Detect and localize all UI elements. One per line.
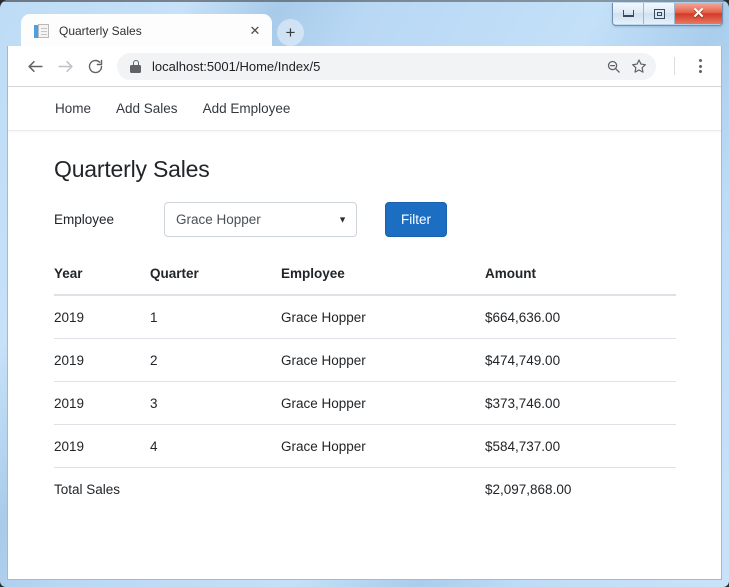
- total-amount: $2,097,868.00: [485, 467, 676, 510]
- cell-amount: $664,636.00: [485, 310, 561, 325]
- document-icon: [34, 23, 50, 39]
- employee-label: Employee: [54, 212, 115, 227]
- forward-button[interactable]: [50, 51, 80, 81]
- sales-table: Year Quarter Employee Amount 2019 1 Grac…: [54, 259, 676, 510]
- nav-link-add-employee[interactable]: Add Employee: [203, 101, 291, 116]
- close-window-button[interactable]: ✕: [675, 3, 722, 24]
- new-tab-button[interactable]: +: [277, 19, 304, 46]
- table-row: 2019 3 Grace Hopper $373,746.00: [54, 381, 676, 425]
- maximize-icon: [653, 8, 665, 19]
- table-row: 2019 4 Grace Hopper $584,737.00: [54, 424, 676, 468]
- cell-quarter: 4: [150, 424, 281, 468]
- cell-quarter: 3: [150, 381, 281, 425]
- cell-employee: Grace Hopper: [281, 310, 366, 325]
- back-button[interactable]: [20, 51, 50, 81]
- window-controls: ✕: [612, 3, 723, 26]
- cell-year: 2019: [54, 381, 150, 425]
- sales-table-body: 2019 1 Grace Hopper $664,636.00 2019 2 G…: [54, 295, 676, 510]
- column-header-amount: Amount: [485, 259, 676, 296]
- url-text: localhost:5001/Home/Index/5: [152, 58, 321, 74]
- cell-employee: Grace Hopper: [281, 338, 485, 382]
- employee-select-value: Grace Hopper: [164, 202, 357, 237]
- table-row: 2019 2 Grace Hopper $474,749.00: [54, 338, 676, 382]
- tab-title: Quarterly Sales: [59, 24, 142, 38]
- cell-employee: Grace Hopper: [281, 424, 485, 468]
- site-navigation: Home Add Sales Add Employee: [8, 87, 721, 131]
- cell-amount: $373,746.00: [485, 381, 676, 425]
- table-row: 2019 1 Grace Hopper $664,636.00: [54, 295, 676, 339]
- page-title: Quarterly Sales: [54, 156, 210, 182]
- table-total-row: Total Sales $2,097,868.00: [54, 467, 676, 510]
- nav-link-home[interactable]: Home: [55, 101, 91, 116]
- title-bar: ✕ Quarterly Sales ✕ +: [0, 0, 729, 48]
- cell-year: 2019: [54, 424, 150, 468]
- page-content: Home Add Sales Add Employee Quarterly Sa…: [8, 87, 721, 579]
- browser-toolbar: localhost:5001/Home/Index/5: [8, 46, 721, 87]
- nav-link-add-sales[interactable]: Add Sales: [116, 101, 178, 116]
- cell-year: 2019: [54, 310, 85, 325]
- column-header-employee: Employee: [281, 259, 485, 296]
- page-container: Quarterly Sales Employee Grace Hopper ▼ …: [8, 156, 721, 510]
- total-label: Total Sales: [54, 467, 150, 510]
- lock-icon: [130, 59, 141, 73]
- zoom-out-icon[interactable]: [600, 53, 626, 79]
- column-header-quarter: Quarter: [150, 259, 281, 296]
- toolbar-divider: [674, 57, 675, 75]
- minimize-icon: [622, 10, 634, 17]
- filter-button[interactable]: Filter: [385, 202, 447, 237]
- cell-amount: $474,749.00: [485, 338, 676, 382]
- column-header-year: Year: [54, 259, 150, 296]
- tab-strip: Quarterly Sales ✕ +: [7, 8, 307, 48]
- titlebar-top-edge: [0, 0, 729, 2]
- close-icon: ✕: [692, 5, 705, 22]
- cell-year: 2019: [54, 338, 150, 382]
- address-bar[interactable]: localhost:5001/Home/Index/5: [117, 52, 656, 80]
- total-spacer-quarter: [150, 467, 281, 510]
- tab-close-icon[interactable]: ✕: [246, 22, 264, 40]
- star-icon[interactable]: [626, 53, 652, 79]
- employee-select[interactable]: Grace Hopper ▼: [164, 202, 357, 237]
- reload-button[interactable]: [80, 51, 110, 81]
- table-header-row: Year Quarter Employee Amount: [54, 259, 676, 296]
- kebab-menu-icon[interactable]: [687, 51, 713, 81]
- filter-form: Employee Grace Hopper ▼ Filter: [54, 202, 676, 237]
- minimize-button[interactable]: [613, 3, 644, 24]
- cell-quarter: 1: [150, 310, 158, 325]
- chevron-down-icon: ▼: [338, 214, 347, 224]
- maximize-button[interactable]: [644, 3, 675, 24]
- cell-amount: $584,737.00: [485, 424, 676, 468]
- tab-quarterly-sales[interactable]: Quarterly Sales ✕: [21, 14, 272, 48]
- total-spacer-employee: [281, 467, 485, 510]
- cell-quarter: 2: [150, 338, 281, 382]
- browser-viewport: localhost:5001/Home/Index/5 Home Add Sal…: [8, 46, 721, 579]
- browser-window: ✕ Quarterly Sales ✕ + localhost:5001/Hom…: [0, 0, 729, 587]
- cell-employee: Grace Hopper: [281, 381, 485, 425]
- sales-table-head: Year Quarter Employee Amount: [54, 259, 676, 296]
